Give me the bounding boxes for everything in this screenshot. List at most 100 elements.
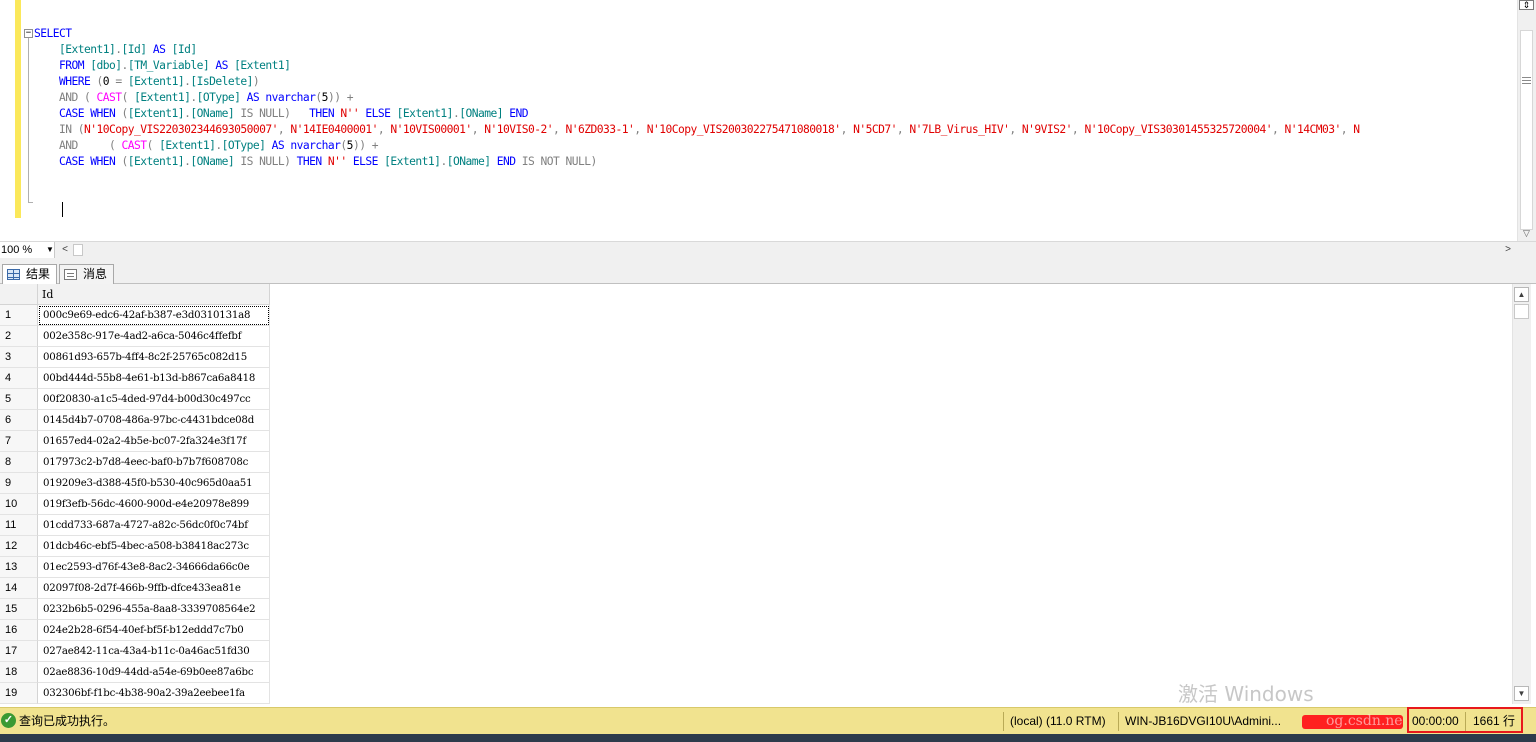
id-cell[interactable]: 0145d4b7-0708-486a-97bc-c4431bdce08d	[38, 410, 270, 431]
table-row[interactable]: 10 019f3efb-56dc-4600-900d-e4e20978e899	[0, 494, 270, 515]
id-cell[interactable]: 019f3efb-56dc-4600-900d-e4e20978e899	[38, 494, 270, 515]
code-line[interactable]: WHERE (0 = [Extent1].[IsDelete])	[34, 74, 1514, 90]
id-cell[interactable]: 019209e3-d388-45f0-b530-40c965d0aa51	[38, 473, 270, 494]
id-cell[interactable]: 024e2b28-6f54-40ef-bf5f-b12eddd7c7b0	[38, 620, 270, 641]
scroll-left-icon[interactable]: <	[58, 242, 72, 258]
code-token: N''	[327, 155, 347, 168]
code-line[interactable]: SELECT	[34, 26, 1514, 42]
scroll-down-icon[interactable]: ▼	[1514, 686, 1529, 701]
row-number[interactable]: 13	[0, 557, 38, 578]
row-number[interactable]: 19	[0, 683, 38, 704]
tab-messages[interactable]: 消息	[59, 264, 114, 284]
table-row[interactable]: 9 019209e3-d388-45f0-b530-40c965d0aa51	[0, 473, 270, 494]
code-token: IN	[59, 123, 78, 136]
code-token: IS NULL	[234, 155, 285, 168]
sql-code[interactable]: SELECT [Extent1].[Id] AS [Id] FROM [dbo]…	[34, 26, 1514, 170]
table-row[interactable]: 13 01ec2593-d76f-43e8-8ac2-34666da66c0e	[0, 557, 270, 578]
tab-results[interactable]: 结果	[2, 264, 57, 285]
row-number[interactable]: 10	[0, 494, 38, 515]
row-number[interactable]: 15	[0, 599, 38, 620]
id-cell[interactable]: 01ec2593-d76f-43e8-8ac2-34666da66c0e	[38, 557, 270, 578]
code-line[interactable]: [Extent1].[Id] AS [Id]	[34, 42, 1514, 58]
row-number[interactable]: 17	[0, 641, 38, 662]
row-number[interactable]: 7	[0, 431, 38, 452]
table-row[interactable]: 16 024e2b28-6f54-40ef-bf5f-b12eddd7c7b0	[0, 620, 270, 641]
id-cell[interactable]: 00861d93-657b-4ff4-8c2f-25765c082d15	[38, 347, 270, 368]
id-cell[interactable]: 00f20830-a1c5-4ded-97d4-b00d30c497cc	[38, 389, 270, 410]
code-line[interactable]: FROM [dbo].[TM_Variable] AS [Extent1]	[34, 58, 1514, 74]
code-token: CAST	[121, 139, 148, 152]
zoom-dropdown[interactable]: 100 % ▼	[0, 242, 55, 258]
code-line[interactable]: CASE WHEN ([Extent1].[OName] IS NULL) TH…	[34, 154, 1514, 170]
results-scroll-thumb[interactable]	[1514, 304, 1529, 319]
code-line[interactable]: AND ( CAST( [Extent1].[OType] AS nvarcha…	[34, 90, 1514, 106]
table-row[interactable]: 6 0145d4b7-0708-486a-97bc-c4431bdce08d	[0, 410, 270, 431]
id-cell[interactable]: 01cdd733-687a-4727-a82c-56dc0f0c74bf	[38, 515, 270, 536]
row-number[interactable]: 8	[0, 452, 38, 473]
row-number[interactable]: 6	[0, 410, 38, 431]
table-row[interactable]: 8 017973c2-b7d8-4eec-baf0-b7b7f608708c	[0, 452, 270, 473]
editor-scroll-thumb[interactable]	[1520, 30, 1533, 230]
code-line[interactable]: IN (N'10Copy_VIS220302344693050007', N'1…	[34, 122, 1514, 138]
code-line[interactable]: CASE WHEN ([Extent1].[OName] IS NULL) TH…	[34, 106, 1514, 122]
scroll-right-icon[interactable]: >	[1501, 242, 1515, 258]
code-token: THEN	[290, 107, 341, 120]
scroll-down-icon[interactable]: ▽	[1519, 226, 1534, 240]
table-row[interactable]: 4 00bd444d-55b8-4e61-b13d-b867ca6a8418	[0, 368, 270, 389]
table-row[interactable]: 14 02097f08-2d7f-466b-9ffb-dfce433ea81e	[0, 578, 270, 599]
table-row[interactable]: 17 027ae842-11ca-43a4-b11c-0a46ac51fd30	[0, 641, 270, 662]
row-number[interactable]: 5	[0, 389, 38, 410]
code-token: )) +	[352, 139, 385, 152]
id-cell[interactable]: 027ae842-11ca-43a4-b11c-0a46ac51fd30	[38, 641, 270, 662]
row-number[interactable]: 12	[0, 536, 38, 557]
results-grid[interactable]: Id 1 000c9e69-edc6-42af-b387-e3d0310131a8…	[0, 284, 1512, 704]
scroll-up-icon[interactable]: ▲	[1514, 287, 1529, 302]
id-cell[interactable]: 002e358c-917e-4ad2-a6ca-5046c4ffefbf	[38, 326, 270, 347]
row-number[interactable]: 18	[0, 662, 38, 683]
collapse-region-button[interactable]: −	[24, 29, 33, 38]
code-line[interactable]: AND ( CAST( [Extent1].[OType] AS nvarcha…	[34, 138, 1514, 154]
code-token: [Id]	[121, 43, 148, 56]
row-number[interactable]: 4	[0, 368, 38, 389]
id-cell[interactable]: 017973c2-b7d8-4eec-baf0-b7b7f608708c	[38, 452, 270, 473]
table-row[interactable]: 15 0232b6b5-0296-455a-8aa8-3339708564e2	[0, 599, 270, 620]
activate-windows-watermark: 激活 Windows	[1178, 682, 1314, 706]
table-row[interactable]: 3 00861d93-657b-4ff4-8c2f-25765c082d15	[0, 347, 270, 368]
row-number[interactable]: 11	[0, 515, 38, 536]
code-token: ELSE	[346, 155, 385, 168]
query-editor[interactable]: − SELECT [Extent1].[Id] AS [Id] FROM [db…	[0, 0, 1536, 241]
code-token: N''	[340, 107, 360, 120]
row-number[interactable]: 16	[0, 620, 38, 641]
id-cell[interactable]: 032306bf-f1bc-4b38-90a2-39a2eebee1fa	[38, 683, 270, 704]
code-token: nvarchar	[265, 91, 316, 104]
table-row[interactable]: 1 000c9e69-edc6-42af-b387-e3d0310131a8	[0, 305, 270, 326]
id-cell[interactable]: 000c9e69-edc6-42af-b387-e3d0310131a8	[38, 305, 270, 326]
id-cell[interactable]: 01dcb46c-ebf5-4bec-a508-b38418ac273c	[38, 536, 270, 557]
id-cell[interactable]: 02ae8836-10d9-44dd-a54e-69b0ee87a6bc	[38, 662, 270, 683]
code-token: [Extent1]	[127, 75, 185, 88]
column-header-id[interactable]: Id	[38, 284, 270, 305]
table-row[interactable]: 5 00f20830-a1c5-4ded-97d4-b00d30c497cc	[0, 389, 270, 410]
row-number-header[interactable]	[0, 284, 38, 305]
id-cell[interactable]: 0232b6b5-0296-455a-8aa8-3339708564e2	[38, 599, 270, 620]
id-cell[interactable]: 02097f08-2d7f-466b-9ffb-dfce433ea81e	[38, 578, 270, 599]
table-row[interactable]: 7 01657ed4-02a2-4b5e-bc07-2fa324e3f17f	[0, 431, 270, 452]
editor-hscroll-thumb[interactable]	[73, 244, 83, 256]
table-row[interactable]: 11 01cdd733-687a-4727-a82c-56dc0f0c74bf	[0, 515, 270, 536]
id-cell[interactable]: 01657ed4-02a2-4b5e-bc07-2fa324e3f17f	[38, 431, 270, 452]
row-number[interactable]: 1	[0, 305, 38, 326]
row-number[interactable]: 14	[0, 578, 38, 599]
row-number[interactable]: 2	[0, 326, 38, 347]
split-window-button[interactable]: ⇕	[1519, 0, 1534, 10]
id-cell[interactable]: 00bd444d-55b8-4e61-b13d-b867ca6a8418	[38, 368, 270, 389]
table-row[interactable]: 19 032306bf-f1bc-4b38-90a2-39a2eebee1fa	[0, 683, 270, 704]
row-number[interactable]: 3	[0, 347, 38, 368]
status-divider	[1003, 712, 1004, 731]
row-number[interactable]: 9	[0, 473, 38, 494]
table-row[interactable]: 18 02ae8836-10d9-44dd-a54e-69b0ee87a6bc	[0, 662, 270, 683]
results-vertical-scrollbar[interactable]	[1512, 284, 1531, 704]
table-row[interactable]: 2 002e358c-917e-4ad2-a6ca-5046c4ffefbf	[0, 326, 270, 347]
code-token: [Extent1]	[127, 107, 185, 120]
table-row[interactable]: 12 01dcb46c-ebf5-4bec-a508-b38418ac273c	[0, 536, 270, 557]
grid-header: Id	[0, 284, 270, 305]
